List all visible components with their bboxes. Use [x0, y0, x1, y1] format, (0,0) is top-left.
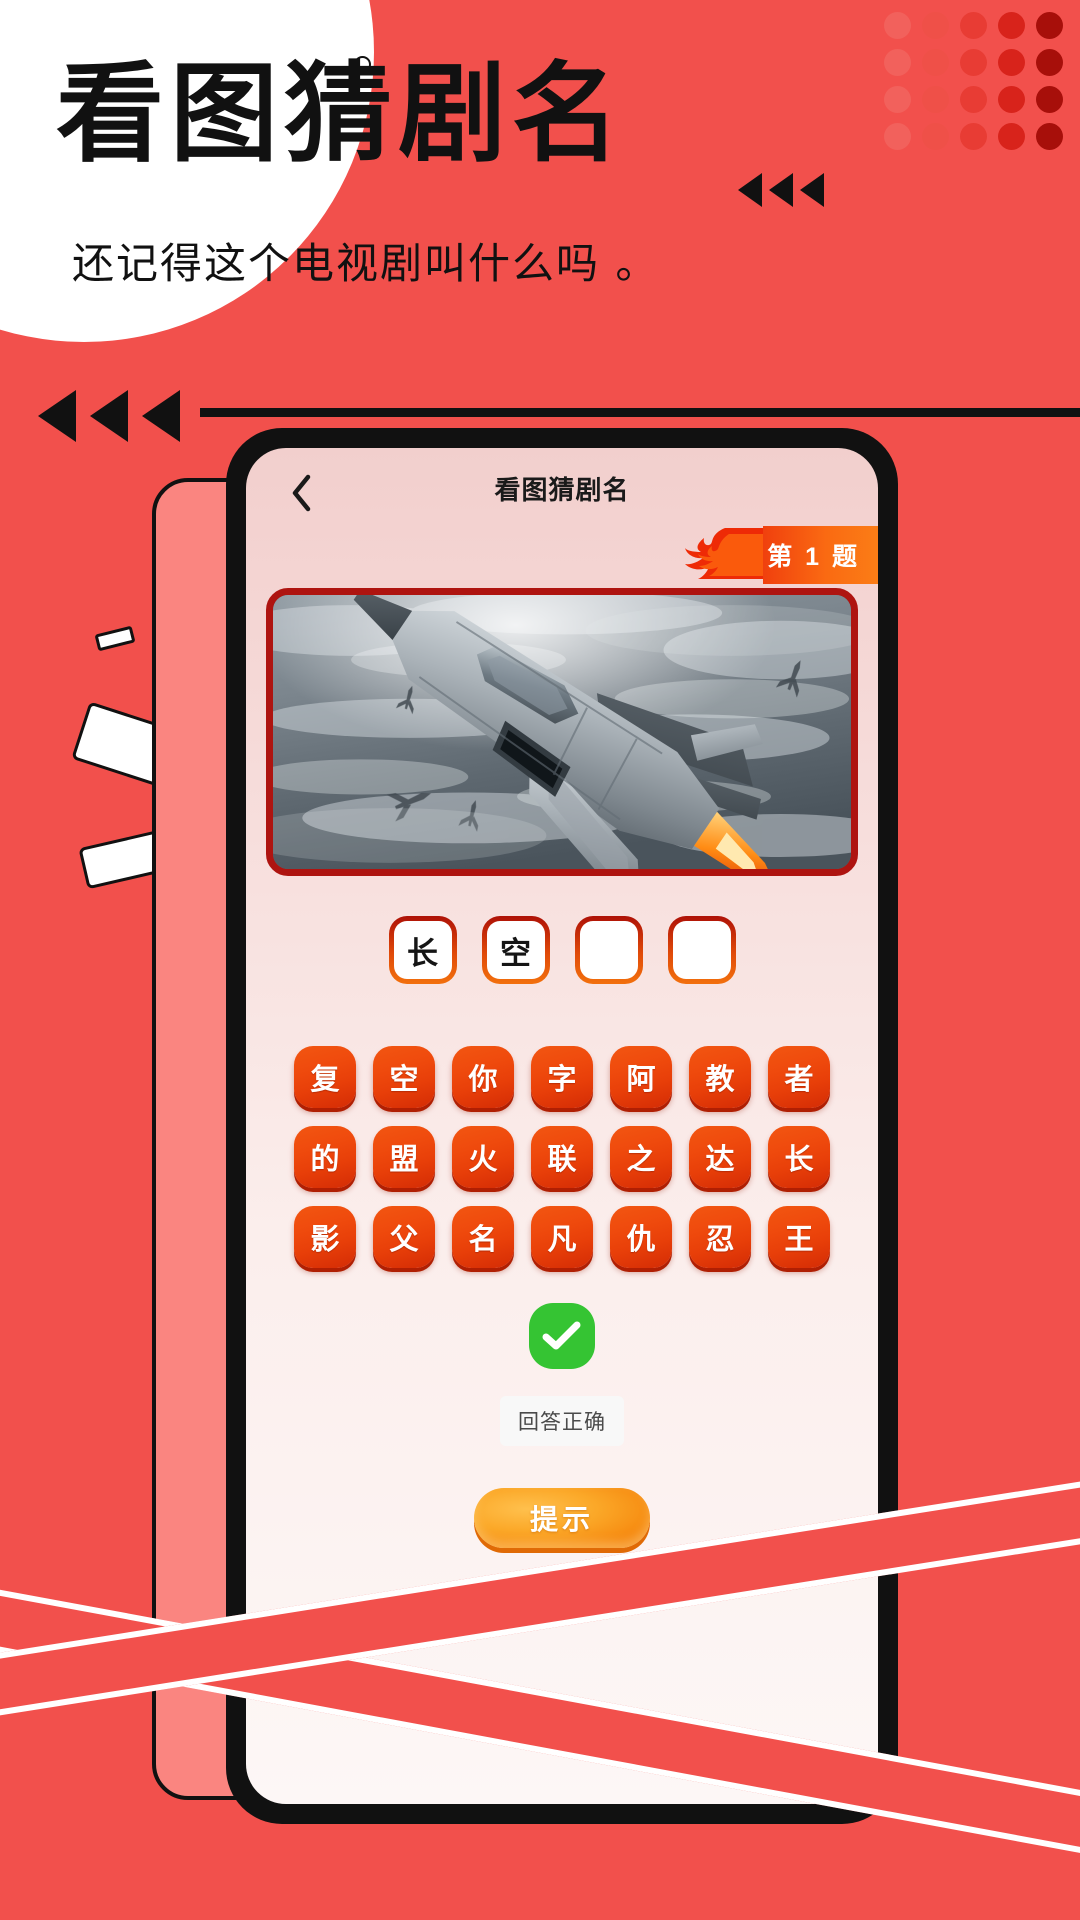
- poster-background: 看图猜剧名 还记得这个电视剧叫什么吗 。 看图猜剧名 第 1 题 长 空 复 空…: [0, 0, 1080, 1920]
- hint-button[interactable]: 提示: [474, 1488, 650, 1548]
- character-key[interactable]: 凡: [531, 1206, 593, 1268]
- sticker-decoration: [94, 625, 136, 652]
- answer-slot-char: [672, 921, 731, 979]
- character-key[interactable]: 王: [768, 1206, 830, 1268]
- big-arrow-decoration: [38, 390, 180, 442]
- answer-slot-char: [579, 921, 638, 979]
- character-key[interactable]: 达: [689, 1126, 751, 1188]
- answer-slot[interactable]: [574, 916, 643, 984]
- character-key[interactable]: 联: [531, 1126, 593, 1188]
- puzzle-image: [266, 588, 858, 876]
- hint-button-wrap: 提示: [246, 1488, 878, 1548]
- character-key[interactable]: 名: [452, 1206, 514, 1268]
- answer-slot[interactable]: [667, 916, 736, 984]
- result-toast: 回答正确: [246, 1396, 878, 1446]
- result-indicator: [246, 1303, 878, 1369]
- result-toast-text: 回答正确: [500, 1396, 624, 1446]
- keyboard-row: 复 空 你 字 阿 教 者: [294, 1046, 830, 1108]
- character-key[interactable]: 空: [373, 1046, 435, 1108]
- character-key[interactable]: 长: [768, 1126, 830, 1188]
- phone-mockup: 看图猜剧名 第 1 题 长 空 复 空 你 字 阿 教 者 的 盟 火 联 之 …: [226, 428, 898, 1824]
- character-key[interactable]: 字: [531, 1046, 593, 1108]
- character-key[interactable]: 之: [610, 1126, 672, 1188]
- check-icon: [529, 1303, 595, 1369]
- character-key[interactable]: 你: [452, 1046, 514, 1108]
- answer-slot[interactable]: 长: [388, 916, 457, 984]
- question-badge-label: 第 1 题: [763, 526, 878, 584]
- question-badge: 第 1 题: [685, 526, 878, 584]
- character-key[interactable]: 影: [294, 1206, 356, 1268]
- character-key[interactable]: 复: [294, 1046, 356, 1108]
- title-arrow-decoration: [738, 173, 824, 207]
- phone-screen: 看图猜剧名 第 1 题 长 空 复 空 你 字 阿 教 者 的 盟 火 联 之 …: [246, 448, 878, 1804]
- page-subtitle: 还记得这个电视剧叫什么吗 。: [72, 239, 660, 288]
- answer-slot-char: 长: [393, 921, 452, 979]
- horizontal-rule: [200, 408, 1080, 417]
- character-key[interactable]: 忍: [689, 1206, 751, 1268]
- keyboard-row: 影 父 名 凡 仇 忍 王: [294, 1206, 830, 1268]
- answer-slot-row: 长 空: [246, 916, 878, 984]
- character-key[interactable]: 教: [689, 1046, 751, 1108]
- page-title: 看图猜剧名: [56, 52, 627, 177]
- character-key[interactable]: 火: [452, 1126, 514, 1188]
- answer-slot[interactable]: 空: [481, 916, 550, 984]
- keyboard-row: 的 盟 火 联 之 达 长: [294, 1126, 830, 1188]
- character-keyboard: 复 空 你 字 阿 教 者 的 盟 火 联 之 达 长 影 父 名 凡 仇 忍 …: [246, 1046, 878, 1268]
- screen-title: 看图猜剧名: [494, 475, 630, 505]
- flame-icon: [685, 524, 764, 587]
- character-key[interactable]: 盟: [373, 1126, 435, 1188]
- answer-slot-char: 空: [486, 921, 545, 979]
- character-key[interactable]: 阿: [610, 1046, 672, 1108]
- character-key[interactable]: 者: [768, 1046, 830, 1108]
- character-key[interactable]: 的: [294, 1126, 356, 1188]
- character-key[interactable]: 父: [373, 1206, 435, 1268]
- dot-grid-decoration: [884, 12, 1074, 160]
- character-key[interactable]: 仇: [610, 1206, 672, 1268]
